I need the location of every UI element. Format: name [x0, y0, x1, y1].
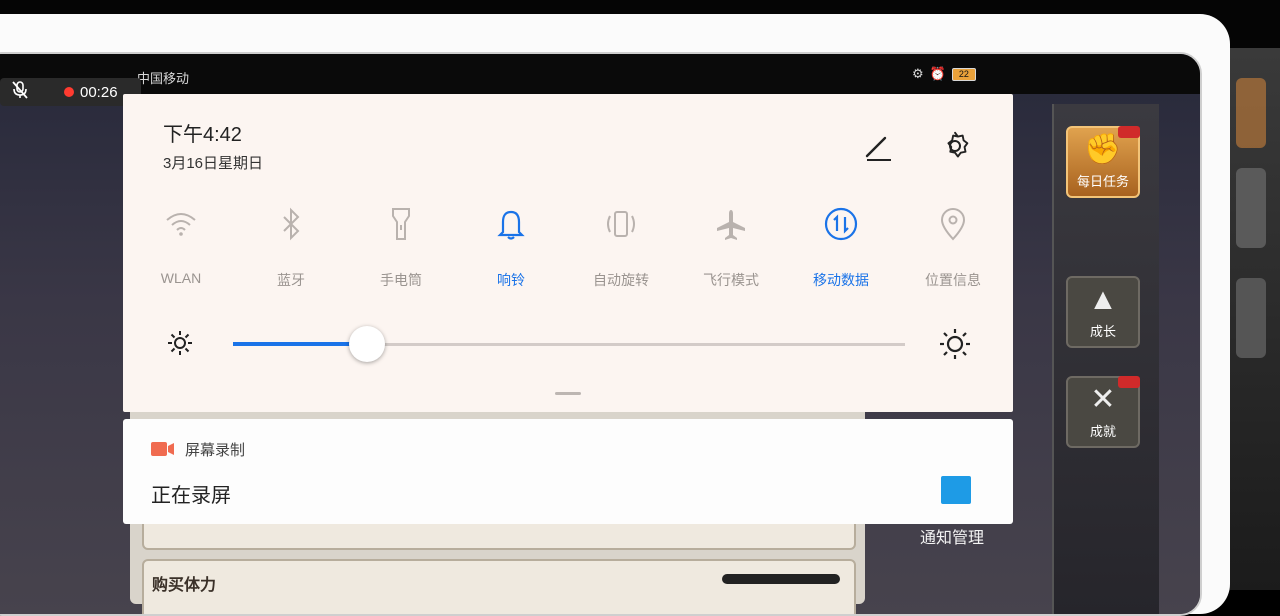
alarm-icon: ⏰	[929, 66, 946, 81]
toggle-bluetooth[interactable]: 蓝牙	[236, 202, 346, 290]
daily-tasks-button[interactable]: ✊ 每日任务	[1066, 126, 1140, 198]
background-right	[1228, 48, 1280, 590]
shade-drag-handle[interactable]	[555, 392, 581, 395]
notification-app-name: 屏幕录制	[185, 442, 246, 459]
swords-icon: ✕	[1090, 383, 1116, 416]
carrier-label: 中国移动	[137, 71, 190, 86]
brightness-slider-fill	[233, 342, 368, 346]
growth-button[interactable]: ▲ 成长	[1066, 276, 1140, 348]
location-icon	[898, 202, 1008, 246]
toggle-mobile-data[interactable]: 移动数据	[786, 202, 896, 290]
notification-status: 正在录屏	[151, 485, 231, 507]
background-peek	[1236, 278, 1266, 358]
achievements-label: 成就	[1089, 424, 1116, 439]
badge	[1118, 376, 1140, 388]
toggle-label: 响铃	[497, 272, 525, 288]
shade-date: 3月16日星期日	[163, 155, 264, 172]
video-camera-icon	[151, 441, 175, 457]
toggle-flashlight[interactable]: 手电筒	[346, 202, 456, 290]
game-list-row[interactable]	[142, 559, 856, 614]
flashlight-icon	[346, 202, 456, 246]
toggle-label: 手电筒	[380, 272, 422, 288]
background-peek	[1236, 168, 1266, 248]
toggle-airplane-mode[interactable]: 飞行模式	[676, 202, 786, 290]
mic-muted-icon[interactable]	[0, 80, 40, 104]
recording-dot-icon	[64, 87, 74, 97]
brightness-slider-thumb[interactable]	[349, 326, 386, 362]
bluetooth-icon	[236, 202, 346, 246]
edit-icon[interactable]	[861, 130, 895, 164]
brightness-high-icon	[939, 328, 971, 360]
auto-rotate-icon	[566, 202, 676, 246]
status-bar: 中国移动 ⚙ ⏰ 22	[0, 54, 1200, 94]
tree-icon: ▲	[1088, 283, 1118, 316]
vibrate-icon: ⚙	[912, 66, 924, 81]
toggle-label: WLAN	[160, 270, 202, 286]
mobile-data-icon	[786, 202, 896, 246]
toggle-label: 自动旋转	[593, 272, 649, 288]
toggle-label: 蓝牙	[277, 272, 305, 288]
bell-icon	[456, 202, 566, 246]
daily-tasks-label: 每日任务	[1076, 174, 1129, 189]
toggle-label: 位置信息	[925, 272, 981, 288]
quick-settings-panel: 下午4:42 3月16日星期日 WLAN 蓝牙 手电筒 响铃 自动旋转 飞行模式…	[123, 94, 1013, 412]
screen-recording-notification[interactable]: 屏幕录制 正在录屏	[123, 419, 1013, 524]
notification-management-link[interactable]: 通知管理	[920, 524, 984, 548]
badge	[1118, 126, 1140, 138]
growth-label: 成长	[1089, 324, 1116, 339]
recording-elapsed: 00:26	[80, 83, 118, 101]
buy-stamina-label[interactable]: 购买体力	[152, 571, 216, 595]
toggle-location[interactable]: 位置信息	[898, 202, 1008, 290]
airplane-icon	[676, 202, 786, 246]
toggle-label: 移动数据	[813, 272, 869, 288]
background-peek	[1236, 78, 1266, 148]
fist-icon: ✊	[1084, 133, 1122, 166]
settings-gear-icon[interactable]	[937, 128, 973, 164]
brightness-low-icon	[167, 330, 193, 356]
toggle-wlan[interactable]: WLAN	[126, 202, 236, 286]
toggle-ring[interactable]: 响铃	[456, 202, 566, 290]
achievements-button[interactable]: ✕ 成就	[1066, 376, 1140, 448]
wifi-icon	[126, 202, 236, 246]
screen-recording-pill[interactable]: 00:26	[0, 78, 141, 106]
game-side-menu: ✊ 每日任务 ▲ 成长 ✕ 成就	[1052, 104, 1159, 614]
game-progress-bar	[722, 574, 840, 584]
stop-recording-button[interactable]	[941, 476, 971, 504]
status-icons: ⚙ ⏰ 22	[912, 66, 976, 82]
shade-time: 下午4:42	[163, 124, 242, 146]
toggle-label: 飞行模式	[703, 272, 759, 288]
battery-icon: 22	[951, 67, 976, 81]
toggle-auto-rotate[interactable]: 自动旋转	[566, 202, 676, 290]
